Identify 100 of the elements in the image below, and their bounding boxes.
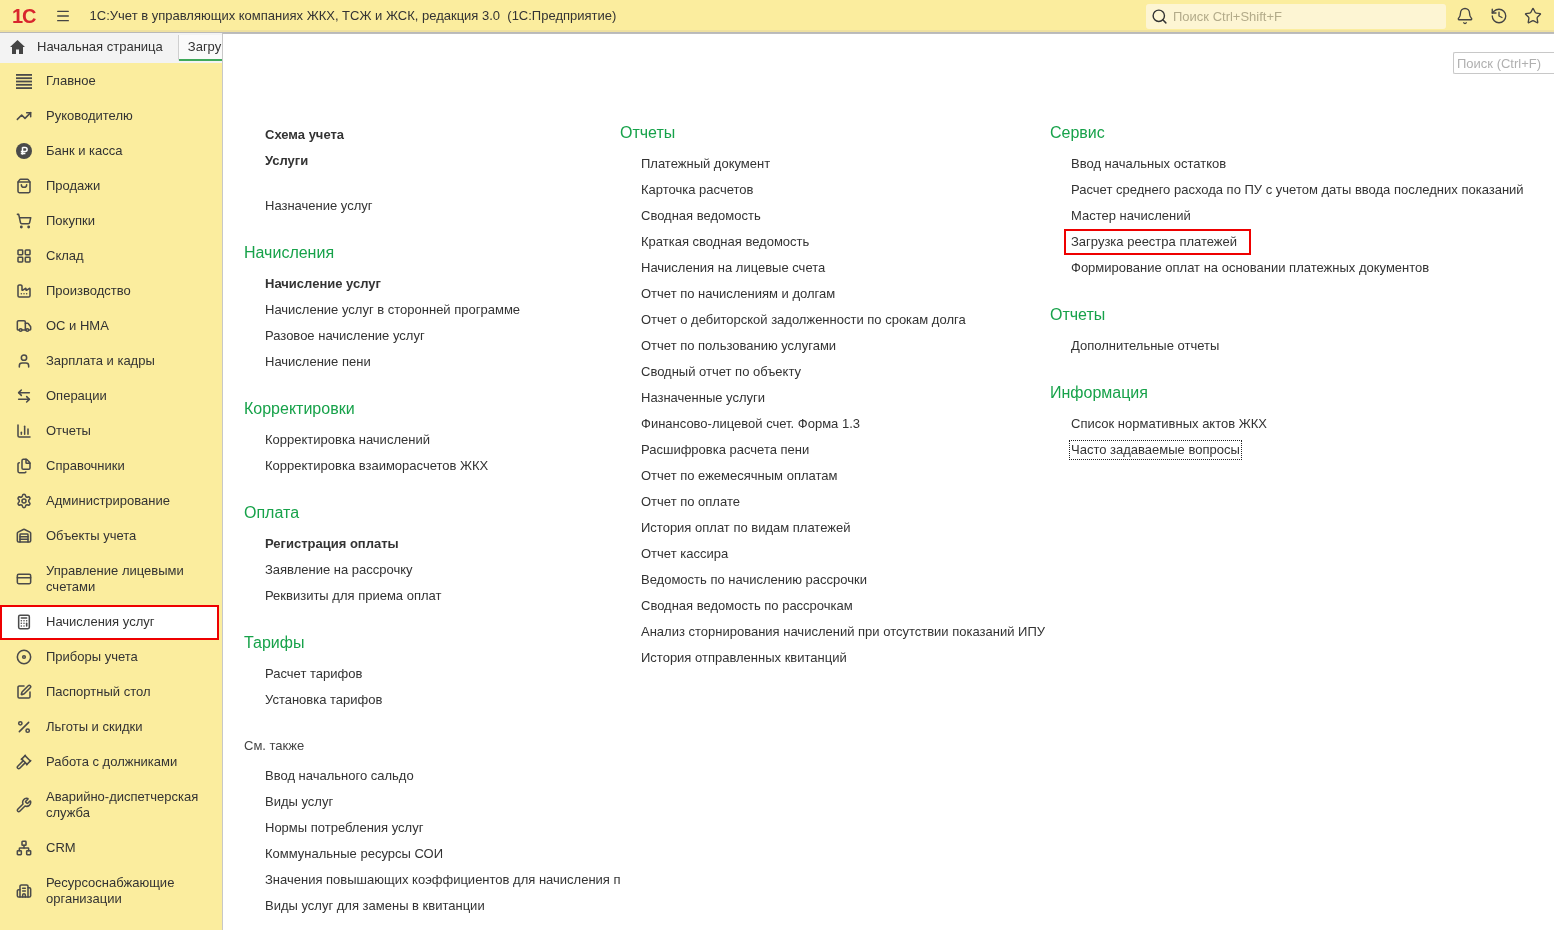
menu-link[interactable]: Отчет по оплате <box>641 489 740 515</box>
cart-icon <box>16 213 32 229</box>
menu-link[interactable]: История отправленных квитанций <box>641 645 847 671</box>
disc-icon <box>16 649 32 665</box>
sidebar-item[interactable]: Работа с должниками <box>0 744 222 780</box>
sidebar-item[interactable]: Приборы учета <box>0 639 222 675</box>
menu-link[interactable]: Регистрация оплаты <box>265 531 399 557</box>
menu-link[interactable]: Нормы потребления услуг <box>265 815 424 841</box>
menu-link[interactable]: Платежный документ <box>641 151 771 177</box>
bell-icon[interactable] <box>1456 7 1474 25</box>
section-heading: Отчеты <box>1050 305 1106 325</box>
menu-link[interactable]: Ввод начальных остатков <box>1071 151 1227 177</box>
section-heading: Тарифы <box>244 633 305 653</box>
tab[interactable]: Начальная страница <box>0 35 179 61</box>
menu-link[interactable]: Формирование оплат на основании платежных документов <box>1071 255 1430 281</box>
menu-link[interactable]: Сводный отчет по объекту <box>641 359 802 385</box>
shopping-bag-icon <box>16 178 32 194</box>
sidebar-item[interactable]: Покупки <box>0 203 222 239</box>
menu-link[interactable]: Отчет по ежемесячным оплатам <box>641 463 838 489</box>
sidebar-item[interactable]: Льготы и скидки <box>0 709 222 745</box>
menu-link[interactable]: Виды услуг <box>265 789 334 815</box>
sidebar-item[interactable]: Продажи <box>0 168 222 204</box>
sidebar-item[interactable]: Справочники <box>0 448 222 484</box>
tab[interactable]: Загру <box>178 35 222 61</box>
sidebar-item[interactable]: Склад <box>0 238 222 274</box>
building-icon <box>16 528 32 544</box>
home-icon <box>10 40 25 54</box>
menu-link[interactable]: Ввод начального сальдо <box>265 763 414 789</box>
sidebar-item[interactable]: ОС и НМА <box>0 308 222 344</box>
menu-link[interactable]: Начисление пени <box>265 349 371 375</box>
menu-link[interactable]: Заявление на рассрочку <box>265 557 413 583</box>
menu-link[interactable]: Начисление услуг <box>265 271 381 297</box>
star-icon[interactable] <box>1524 7 1542 25</box>
menu-link[interactable]: Назначение услуг <box>265 193 373 219</box>
search-field[interactable]: Поиск (Ctrl+F) <box>1453 52 1554 74</box>
sidebar-item[interactable]: Ресурсоснабжающие организации <box>0 865 222 917</box>
bar-chart-icon <box>16 423 32 439</box>
section-heading: Сервис <box>1050 123 1105 143</box>
menu-link[interactable]: Виды услуг для замены в квитанции <box>265 893 485 919</box>
menu-link[interactable]: Услуги <box>265 148 309 174</box>
menu-link[interactable]: Начисления на лицевые счета <box>641 255 826 281</box>
menu-link[interactable]: Финансово-лицевой счет. Форма 1.3 <box>641 411 861 437</box>
calculator-icon <box>16 614 32 630</box>
menu-link[interactable]: Мастер начислений <box>1071 203 1191 229</box>
section-heading: Оплата <box>244 503 300 523</box>
sidebar-item[interactable]: Главное <box>0 63 222 99</box>
sidebar-item[interactable]: Руководителю <box>0 98 222 134</box>
menu-link[interactable]: История оплат по видам платежей <box>641 515 851 541</box>
menu-link[interactable]: Назначенные услуги <box>641 385 766 411</box>
menu-link[interactable]: Расшифровка расчета пени <box>641 437 810 463</box>
sidebar-item[interactable]: CRM <box>0 830 222 866</box>
menu-link[interactable]: Расчет среднего расхода по ПУ с учетом даты ввода последних показаний <box>1071 177 1524 203</box>
menu-link[interactable]: Отчет по начислениям и долгам <box>641 281 836 307</box>
sidebar-item[interactable]: Производство <box>0 273 222 309</box>
menu-link[interactable]: Установка тарифов <box>265 687 383 713</box>
sidebar-item[interactable]: Паспортный стол <box>0 674 222 710</box>
menu-link[interactable]: Сводная ведомость по рассрочкам <box>641 593 853 619</box>
menu-link[interactable]: Корректировка взаиморасчетов ЖКХ <box>265 453 489 479</box>
menu-link[interactable]: Анализ сторнирования начислений при отсутствии показаний ИПУ <box>641 619 1045 645</box>
section-heading: Корректировки <box>244 399 355 419</box>
menu-link[interactable]: Коммунальные ресурсы СОИ <box>265 841 443 867</box>
menu-link[interactable]: Разовое начисление услуг <box>265 323 425 349</box>
menu-link[interactable]: Часто задаваемые вопросы <box>1069 440 1242 460</box>
menu-link[interactable]: Расчет тарифов <box>265 661 363 687</box>
menu-link[interactable]: Реквизиты для приема оплат <box>265 583 442 609</box>
sidebar-item[interactable]: Аварийно-диспетчерская служба <box>0 779 222 831</box>
sidebar-item[interactable]: Управление лицевыми счетами <box>0 553 222 605</box>
sidebar-item[interactable]: Начисления услуг <box>0 604 219 640</box>
swap-arrows-icon <box>16 388 32 404</box>
section-heading: Отчеты <box>620 123 676 143</box>
menu-icon[interactable] <box>54 8 71 24</box>
person-icon <box>16 353 32 369</box>
menu-link[interactable]: Сводная ведомость <box>641 203 761 229</box>
sidebar-item[interactable]: Банк и касса <box>0 133 222 169</box>
menu-link[interactable]: Схема учета <box>265 122 345 148</box>
sidebar-item[interactable]: Объекты учета <box>0 518 222 554</box>
sidebar-item[interactable]: Отчеты <box>0 413 222 449</box>
sidebar-item[interactable]: Зарплата и кадры <box>0 343 222 379</box>
search-field[interactable]: Поиск Ctrl+Shift+F <box>1146 3 1446 29</box>
section-heading: Информация <box>1050 383 1148 403</box>
edit-form-icon <box>16 684 32 700</box>
factory-icon <box>16 283 32 299</box>
menu-link[interactable]: Корректировка начислений <box>265 427 430 453</box>
menu-link[interactable]: Карточка расчетов <box>641 177 754 203</box>
ruble-coin-icon <box>16 143 32 159</box>
menu-link[interactable]: Значения повышающих коэффициентов для начисления п <box>265 867 621 893</box>
menu-link[interactable]: Дополнительные отчеты <box>1071 333 1220 359</box>
app-title: 1С:Учет в управляющих компаниях ЖКХ, ТСЖ и ЖСК, редакция 3.0 (1С:Предприятие) <box>89 8 618 24</box>
menu-link[interactable]: Ведомость по начислению рассрочки <box>641 567 867 593</box>
see-also-label: См. также <box>244 738 305 754</box>
menu-link[interactable]: Начисление услуг в сторонней программе <box>265 297 521 323</box>
menu-link[interactable]: Отчет кассира <box>641 541 729 567</box>
menu-link[interactable]: Отчет по пользованию услугами <box>641 333 837 359</box>
menu-link[interactable]: Краткая сводная ведомость <box>641 229 810 255</box>
history-icon[interactable] <box>1490 7 1508 25</box>
menu-link[interactable]: Загрузка реестра платежей <box>1064 229 1252 255</box>
sidebar-item[interactable]: Администрирование <box>0 483 222 519</box>
sidebar-item[interactable]: Операции <box>0 378 222 414</box>
menu-link[interactable]: Отчет о дебиторской задолженности по срокам долга <box>641 307 966 333</box>
menu-link[interactable]: Список нормативных актов ЖКХ <box>1071 411 1267 437</box>
